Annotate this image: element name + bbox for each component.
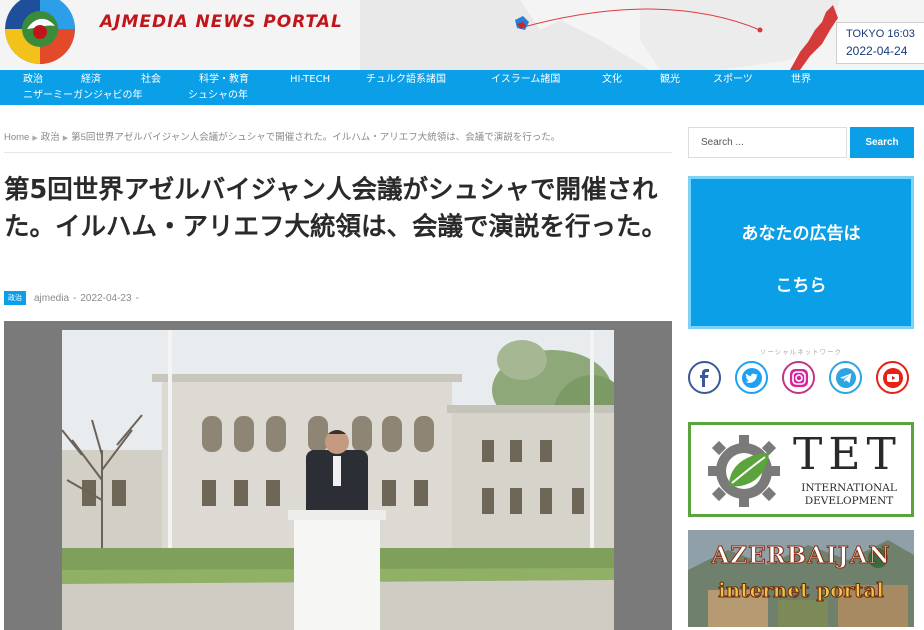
youtube-icon[interactable] <box>876 361 909 394</box>
article-title: 第5回世界アゼルバイジャン人会議がシュシャで開催された。イルハム・アリエフ大統領… <box>4 175 668 242</box>
nav-item-sports[interactable]: スポーツ <box>713 74 753 86</box>
tet-subtitle-line2: DEVELOPMENT <box>804 495 894 507</box>
meta-separator: - <box>135 293 139 304</box>
azerbaijan-portal-banner[interactable]: AZERBAIJAN internet portal <box>688 530 914 627</box>
divider <box>4 152 672 153</box>
azp-subtitle: internet portal <box>718 578 885 603</box>
search-input[interactable]: Search ... <box>688 127 847 158</box>
site-title[interactable]: AJMEDIA NEWS PORTAL <box>100 12 343 32</box>
nav-item-economy[interactable]: 経済 <box>81 74 101 86</box>
tet-title: TET <box>793 429 902 480</box>
tet-development-banner[interactable]: TET INTERNATIONAL DEVELOPMENT <box>688 422 914 517</box>
breadcrumb-home[interactable]: Home <box>4 132 29 143</box>
facebook-icon[interactable] <box>688 361 721 394</box>
breadcrumb-category[interactable]: 政治 <box>41 132 60 143</box>
nav-item-hitech[interactable]: HI-TECH <box>290 74 330 86</box>
nav-item-shusha-year[interactable]: シュシャの年 <box>188 90 248 102</box>
clock-time: TOKYO 16:03 <box>846 28 915 40</box>
ad-text-line1: あなたの広告は <box>741 224 861 244</box>
article-author[interactable]: ajmedia <box>34 293 69 304</box>
nav-item-nizami-year[interactable]: ニザーミーガンジャビの年 <box>23 90 143 102</box>
main-navigation: 政治 経済 社会 科学・教育 HI-TECH チュルク語系諸国 イスラーム諸国 … <box>0 70 924 105</box>
nav-item-culture[interactable]: 文化 <box>602 74 622 86</box>
telegram-icon[interactable] <box>829 361 862 394</box>
tet-subtitle: INTERNATIONAL DEVELOPMENT <box>789 482 909 508</box>
clock-date: 2022-04-24 <box>846 44 908 58</box>
instagram-icon[interactable] <box>782 361 815 394</box>
nav-item-society[interactable]: 社会 <box>141 74 161 86</box>
nav-item-politics[interactable]: 政治 <box>23 74 43 86</box>
twitter-icon[interactable] <box>735 361 768 394</box>
article-meta: 政治 ajmedia -2022-04-23- <box>4 291 143 305</box>
nav-item-turkic[interactable]: チュルク語系諸国 <box>366 74 446 86</box>
nav-item-world[interactable]: 世界 <box>791 74 811 86</box>
breadcrumb-current: 第5回世界アゼルバイジャン人会議がシュシャで開催された。イルハム・アリエフ大統領… <box>71 132 561 143</box>
gear-leaf-icon <box>708 435 780 507</box>
article-photo[interactable] <box>62 330 614 630</box>
category-badge[interactable]: 政治 <box>4 291 26 305</box>
social-networks-label: ソーシャルネットワーク <box>759 348 843 356</box>
world-map-banner <box>0 0 924 70</box>
tet-subtitle-line1: INTERNATIONAL <box>801 482 897 494</box>
breadcrumb-separator-icon: ▶ <box>62 135 69 142</box>
site-header: AJMEDIA NEWS PORTAL TOKYO 16:03 2022-04-… <box>0 0 924 70</box>
article-date: 2022-04-23 <box>80 293 132 304</box>
azp-title: AZERBAIJAN <box>711 542 891 570</box>
nav-item-islamic[interactable]: イスラーム諸国 <box>491 74 560 86</box>
breadcrumb: Home ▶ 政治 ▶ 第5回世界アゼルバイジャン人会議がシュシャで開催された。イルハム… <box>4 129 560 143</box>
breadcrumb-separator-icon: ▶ <box>32 135 38 142</box>
nav-item-science[interactable]: 科学・教育 <box>199 74 249 86</box>
tokyo-clock: TOKYO 16:03 2022-04-24 <box>836 22 924 64</box>
ad-text-line2: こちら <box>775 276 827 296</box>
nav-item-tourism[interactable]: 観光 <box>660 74 680 86</box>
article-image-frame <box>4 321 672 630</box>
meta-separator: - <box>73 293 77 304</box>
advertise-banner[interactable]: あなたの広告は こちら <box>688 176 914 329</box>
search-button[interactable]: Search <box>850 127 914 158</box>
